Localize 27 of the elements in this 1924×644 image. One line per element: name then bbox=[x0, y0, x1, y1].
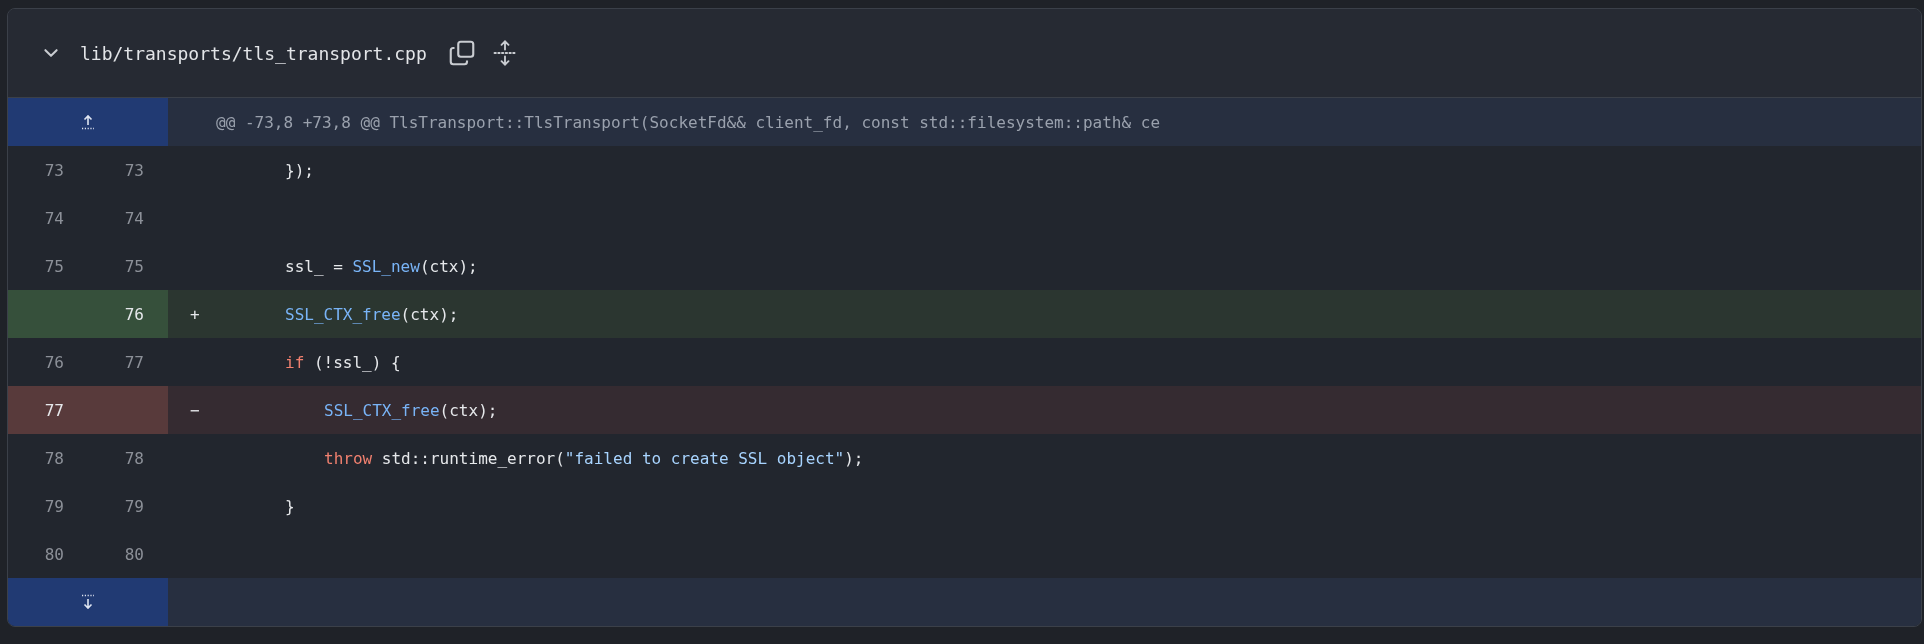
line-number: 80 bbox=[43, 544, 64, 564]
deleted-code-line: SSL_CTX_free(ctx); bbox=[323, 400, 498, 420]
code-line: } bbox=[284, 496, 295, 516]
line-number: 80 bbox=[123, 544, 144, 564]
line-number: 79 bbox=[43, 496, 64, 516]
line-number: 73 bbox=[123, 160, 144, 180]
line-number: 76 bbox=[123, 304, 144, 324]
diff-sign: + bbox=[190, 304, 200, 324]
code-line: }); bbox=[284, 160, 314, 180]
line-number: 77 bbox=[43, 400, 64, 420]
code-line: if (!ssl_) { bbox=[284, 352, 401, 372]
line-number: 75 bbox=[43, 256, 64, 276]
line-number: 74 bbox=[123, 208, 144, 228]
line-number: 75 bbox=[123, 256, 144, 276]
file-path: lib/transports/tls_transport.cpp bbox=[80, 42, 427, 64]
added-code-line: SSL_CTX_free(ctx); bbox=[284, 304, 459, 324]
line-number: 76 bbox=[43, 352, 64, 372]
line-number: 73 bbox=[43, 160, 64, 180]
hunk-header: @@ -73,8 +73,8 @@ TlsTransport::TlsTransport(SocketFd&& client_fd, const std::filesystem::path& ce bbox=[215, 112, 1160, 132]
code-line: ssl_ = SSL_new(ctx); bbox=[284, 256, 478, 276]
code-line: throw std::runtime_error("failed to create SSL object"); bbox=[323, 448, 864, 468]
line-number: 74 bbox=[43, 208, 64, 228]
diff-sign: − bbox=[190, 400, 200, 420]
line-number: 77 bbox=[123, 352, 144, 372]
line-number: 78 bbox=[43, 448, 64, 468]
line-number: 78 bbox=[123, 448, 144, 468]
line-number: 79 bbox=[123, 496, 144, 516]
